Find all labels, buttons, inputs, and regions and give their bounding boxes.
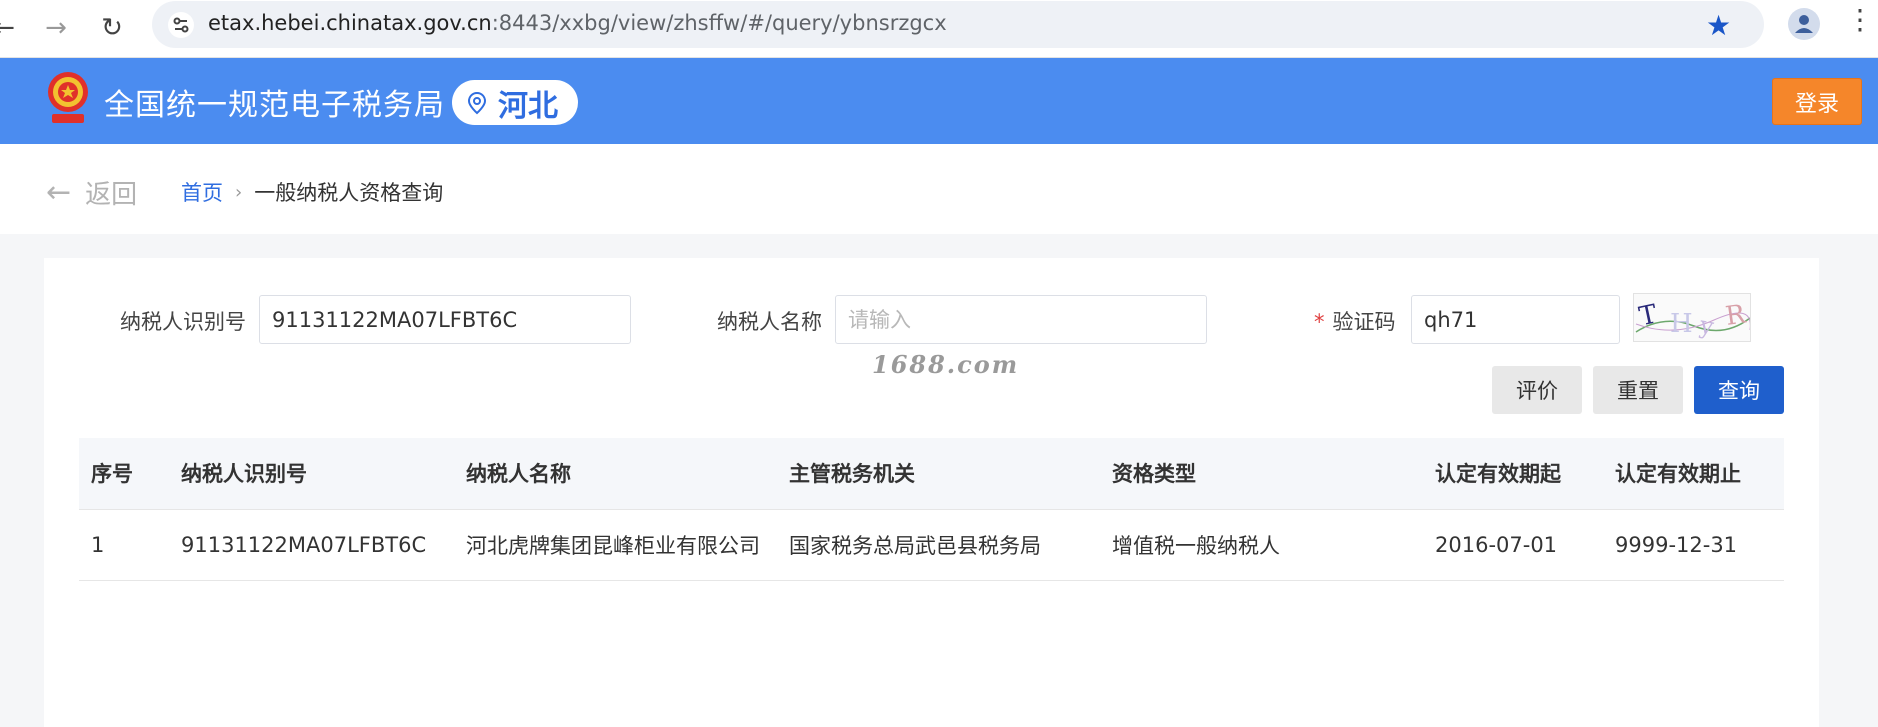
back-link[interactable]: ← 返回 xyxy=(46,174,137,211)
cell-valid-to: 9999-12-31 xyxy=(1603,509,1784,581)
cell-tax-authority: 国家税务总局武邑县税务局 xyxy=(777,509,1100,581)
table-header-row: 序号 纳税人识别号 纳税人名称 主管税务机关 资格类型 认定有效期起 认定有效期… xyxy=(79,438,1784,510)
forward-arrow-icon[interactable]: → xyxy=(38,10,74,46)
results-table: 序号 纳税人识别号 纳税人名称 主管税务机关 资格类型 认定有效期起 认定有效期… xyxy=(79,438,1784,581)
captcha-label-text: 验证码 xyxy=(1332,310,1396,334)
column-header-qualification-type: 资格类型 xyxy=(1100,438,1423,510)
required-mark: * xyxy=(1314,310,1325,334)
taxpayer-id-label: 纳税人识别号 xyxy=(120,310,246,334)
address-bar[interactable]: etax.hebei.chinatax.gov.cn:8443/xxbg/vie… xyxy=(152,1,1764,48)
captcha-char: H xyxy=(1670,309,1693,339)
back-arrow-icon[interactable]: ← xyxy=(0,10,22,46)
taxpayer-name-label: 纳税人名称 xyxy=(717,310,822,334)
search-button[interactable]: 查询 xyxy=(1694,366,1784,414)
column-header-index: 序号 xyxy=(79,438,169,510)
back-label: 返回 xyxy=(85,180,138,210)
region-label: 河北 xyxy=(498,88,558,124)
column-header-taxpayer-id: 纳税人识别号 xyxy=(169,438,454,510)
bookmark-star-icon[interactable]: ★ xyxy=(1706,9,1731,42)
taxpayer-name-input[interactable] xyxy=(835,295,1207,344)
cell-valid-from: 2016-07-01 xyxy=(1423,509,1603,581)
column-header-valid-from: 认定有效期起 xyxy=(1423,438,1603,510)
captcha-char: y xyxy=(1697,311,1717,341)
back-arrow-icon: ← xyxy=(46,175,72,210)
login-button[interactable]: 登录 xyxy=(1772,78,1862,125)
url-path: :8443/xxbg/view/zhsffw/#/query/ybnsrzgcx xyxy=(491,11,947,35)
region-selector[interactable]: 河北 xyxy=(452,80,578,125)
national-emblem-icon xyxy=(44,68,92,128)
location-pin-icon xyxy=(467,91,487,114)
column-header-valid-to: 认定有效期止 xyxy=(1603,438,1784,510)
breadcrumb: 首页 › 一般纳税人资格查询 xyxy=(181,177,443,207)
site-info-icon[interactable] xyxy=(168,12,194,38)
watermark-text: 1688.com xyxy=(872,350,1020,379)
chevron-right-icon: › xyxy=(235,181,243,203)
query-panel: 纳税人识别号 纳税人名称 * 验证码 T H y R 1688.com 评价 重置… xyxy=(44,258,1819,727)
cell-taxpayer-id: 91131122MA07LFBT6C xyxy=(169,509,454,581)
captcha-char: R xyxy=(1724,299,1749,332)
url-text[interactable]: etax.hebei.chinatax.gov.cn:8443/xxbg/vie… xyxy=(208,11,947,35)
site-header: 全国统一规范电子税务局 河北 登录 xyxy=(0,58,1878,144)
cell-taxpayer-name: 河北虎牌集团昆峰柜业有限公司 xyxy=(454,509,777,581)
column-header-tax-authority: 主管税务机关 xyxy=(777,438,1100,510)
more-menu-icon[interactable]: ⋮ xyxy=(1846,6,1874,34)
profile-icon[interactable] xyxy=(1788,8,1820,40)
breadcrumb-current: 一般纳税人资格查询 xyxy=(254,181,444,205)
table-row: 1 91131122MA07LFBT6C 河北虎牌集团昆峰柜业有限公司 国家税务… xyxy=(79,509,1784,581)
breadcrumb-bar: ← 返回 首页 › 一般纳税人资格查询 xyxy=(0,144,1878,234)
cell-index: 1 xyxy=(79,509,169,581)
cell-qualification-type: 增值税一般纳税人 xyxy=(1100,509,1423,581)
site-title: 全国统一规范电子税务局 xyxy=(104,88,445,123)
column-header-taxpayer-name: 纳税人名称 xyxy=(454,438,777,510)
breadcrumb-home-link[interactable]: 首页 xyxy=(181,177,223,207)
reset-button[interactable]: 重置 xyxy=(1593,366,1683,414)
captcha-input[interactable] xyxy=(1411,295,1620,344)
captcha-image[interactable]: T H y R xyxy=(1633,293,1751,342)
reload-icon[interactable]: ↻ xyxy=(94,10,130,46)
rate-button[interactable]: 评价 xyxy=(1492,366,1582,414)
browser-toolbar: ← → ↻ etax.hebei.chinatax.gov.cn:8443/xx… xyxy=(0,0,1878,58)
captcha-label: * 验证码 xyxy=(1314,306,1396,336)
captcha-char: T xyxy=(1637,299,1661,332)
url-host: etax.hebei.chinatax.gov.cn xyxy=(208,11,492,35)
taxpayer-id-input[interactable] xyxy=(259,295,631,344)
